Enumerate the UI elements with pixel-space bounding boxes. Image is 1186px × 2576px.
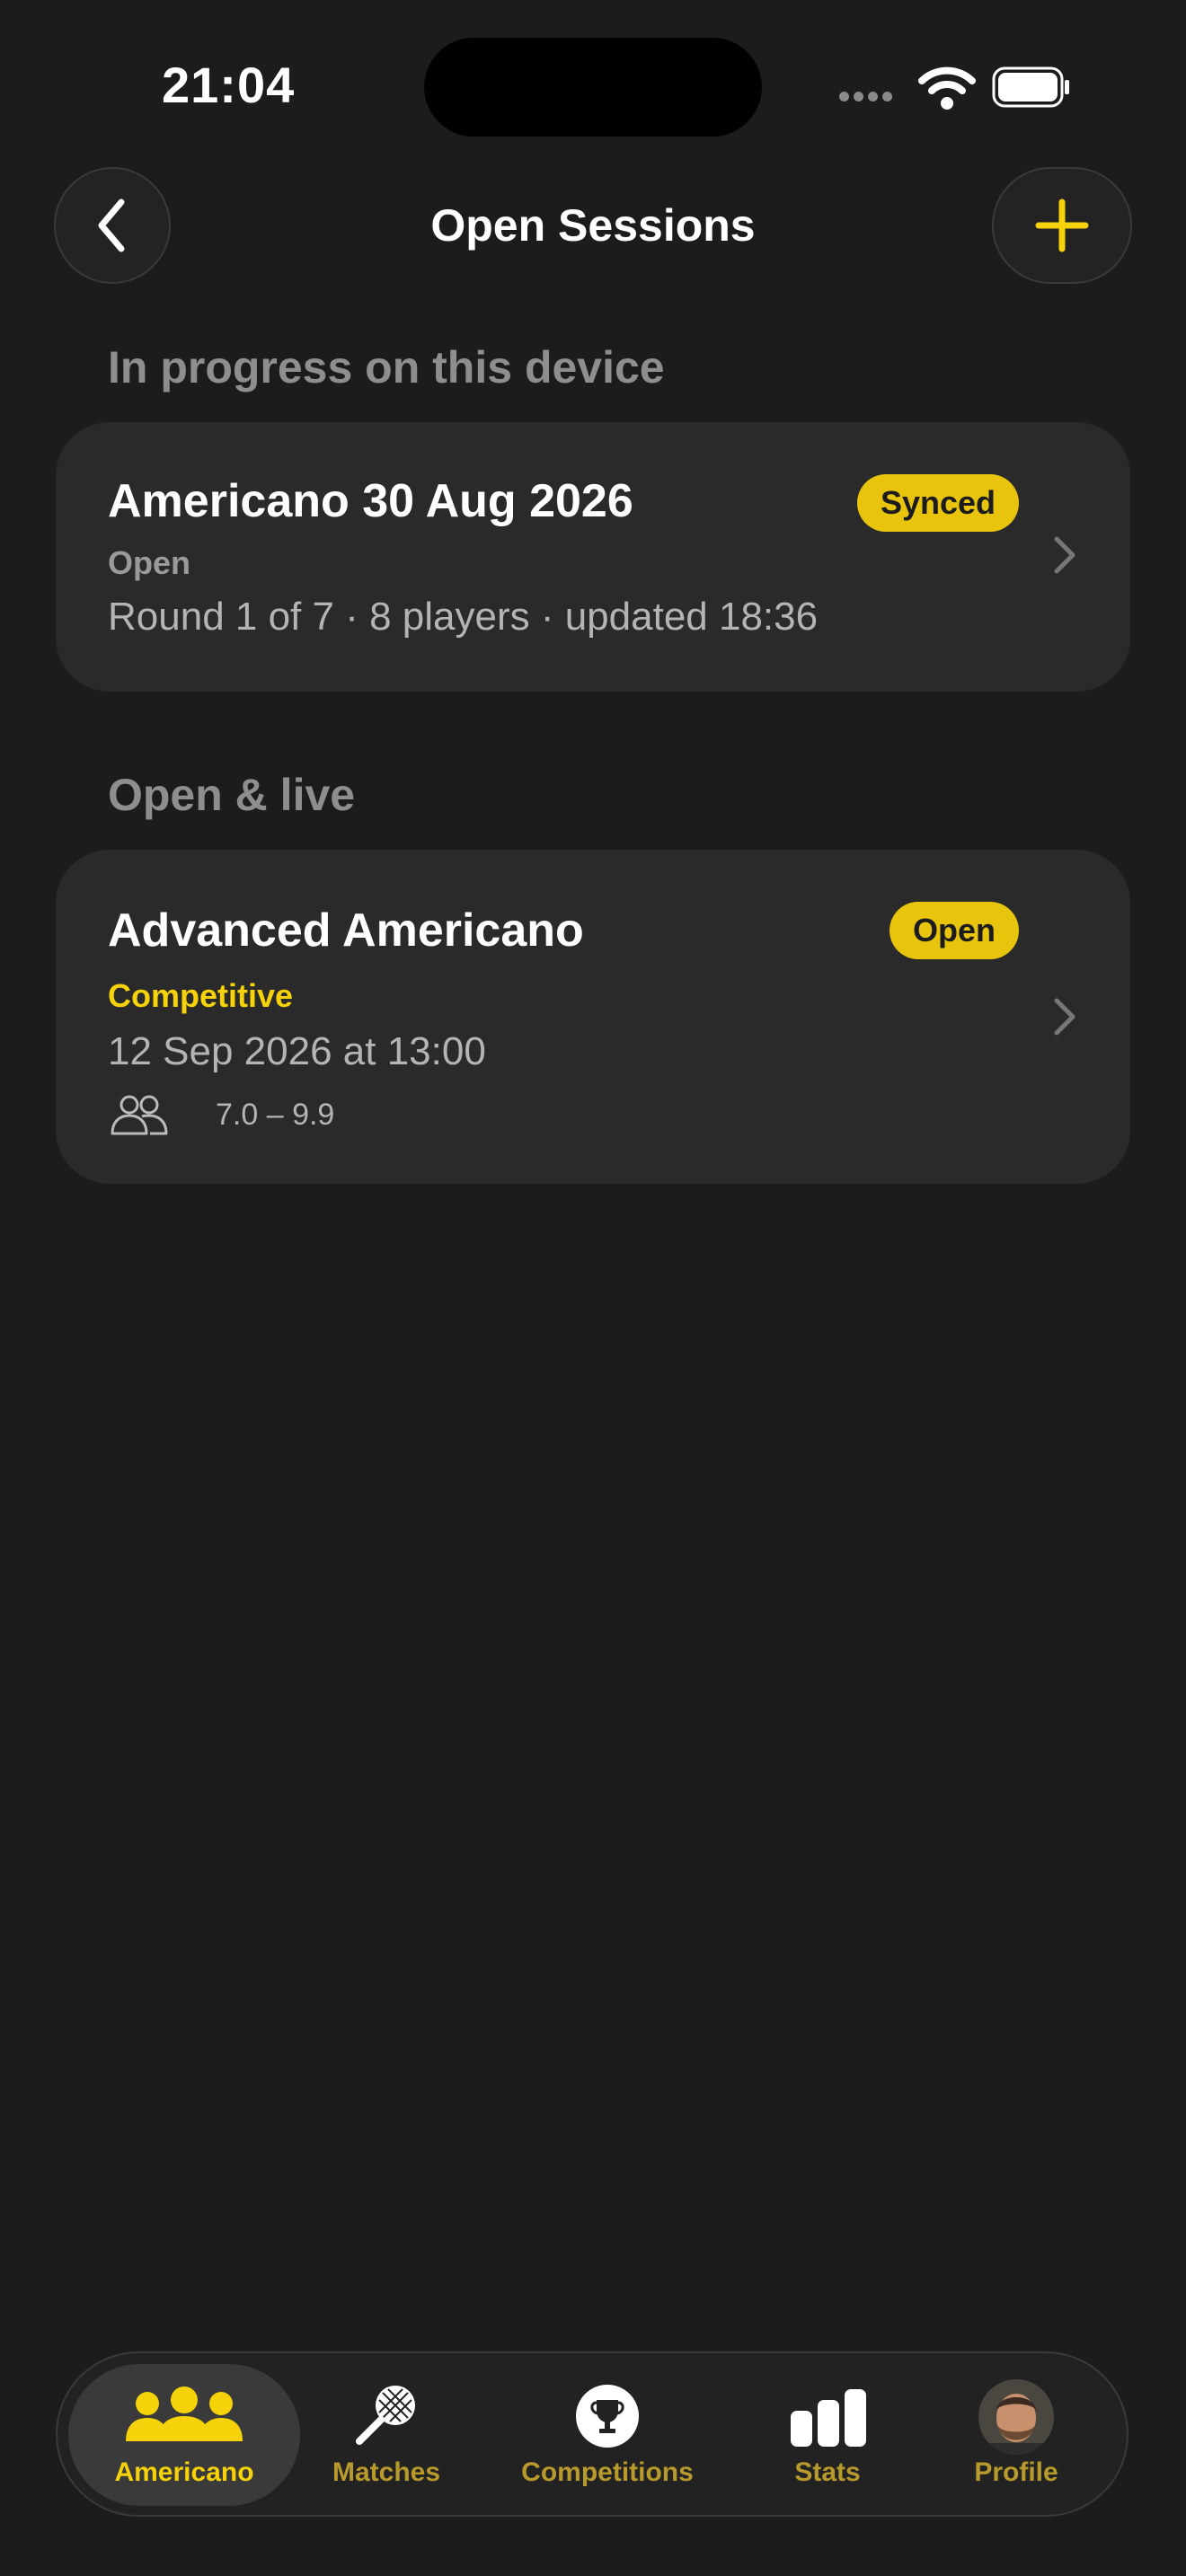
tab-americano[interactable]: Americano [68,2364,300,2506]
wifi-icon [918,66,976,110]
racket-icon [356,2386,415,2445]
session-status: Open [108,544,191,581]
status-badge: Synced [857,474,1019,532]
level-range: 7.0 – 9.9 [216,1098,335,1132]
avatar [978,2379,1054,2455]
session-details: Round 1 of 7 · 8 players · updated 18:36 [108,595,819,639]
tab-label: Americano [114,2457,254,2487]
status-badge: Open [890,902,1019,959]
tab-label: Matches [332,2457,441,2487]
cellular-signal-icon [839,90,897,106]
people-icon [111,1095,168,1135]
group-icon [126,2386,243,2441]
bar-chart-icon [791,2389,866,2447]
tab-matches[interactable]: Matches [316,2364,456,2506]
add-session-button[interactable] [992,167,1132,284]
tab-label: Profile [974,2457,1058,2487]
section-label-open-live: Open & live [108,770,356,820]
session-datetime: 12 Sep 2026 at 13:00 [108,1029,486,1073]
session-title: Americano 30 Aug 2026 [108,475,633,527]
tab-competitions[interactable]: Competitions [503,2364,712,2506]
trophy-icon [576,2385,639,2448]
battery-icon [992,66,1069,108]
tab-stats[interactable]: Stats [764,2364,891,2506]
plus-icon [1035,198,1089,252]
dynamic-island [424,38,762,137]
chevron-right-icon [1054,998,1075,1036]
tab-label: Competitions [521,2457,694,2487]
tab-profile[interactable]: Profile [952,2364,1080,2506]
session-title: Advanced Americano [108,904,584,957]
chevron-right-icon [1054,536,1075,574]
section-label-in-progress: In progress on this device [108,342,665,393]
session-card-in-progress[interactable]: Americano 30 Aug 2026 Synced Open Round … [56,422,1130,692]
session-card-open[interactable]: Advanced Americano Open Competitive 12 S… [56,850,1130,1184]
session-category: Competitive [108,977,294,1014]
status-time: 21:04 [162,57,296,113]
tab-label: Stats [794,2457,861,2487]
